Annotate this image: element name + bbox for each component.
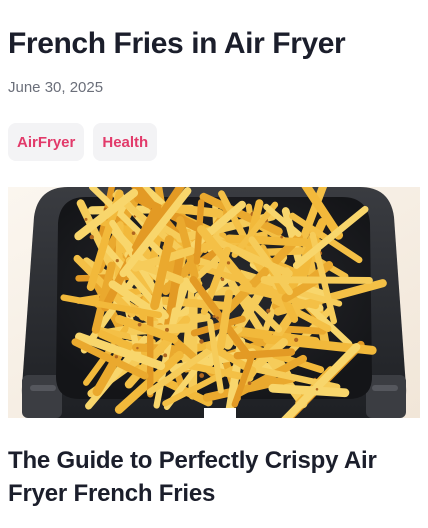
seasoning-speck xyxy=(136,346,139,350)
post-date: June 30, 2025 xyxy=(8,79,104,96)
hero-image xyxy=(8,187,420,418)
seasoning-speck xyxy=(315,387,319,391)
tag-list: AirFryer Health xyxy=(8,123,158,161)
seasoning-speck xyxy=(199,339,204,344)
seasoning-speck xyxy=(220,277,225,282)
seasoning-speck xyxy=(226,261,231,265)
tag-health[interactable]: Health xyxy=(93,123,158,161)
seasoning-speck xyxy=(294,337,299,343)
seasoning-speck xyxy=(115,259,119,263)
seasoning-speck xyxy=(215,316,219,320)
seasoning-speck xyxy=(89,234,94,240)
seasoning-speck xyxy=(247,381,252,386)
seasoning-speck xyxy=(84,217,88,221)
seasoning-speck xyxy=(280,235,284,239)
article-page: French Fries in Air Fryer June 30, 2025 … xyxy=(0,0,428,528)
seasoning-speck xyxy=(137,322,142,327)
seasoning-speck xyxy=(212,314,216,318)
seasoning-speck xyxy=(165,327,169,332)
tag-airfryer[interactable]: AirFryer xyxy=(8,123,85,161)
page-title: French Fries in Air Fryer xyxy=(8,27,346,60)
fry xyxy=(260,276,373,284)
seasoning-speck xyxy=(266,308,271,313)
article-headline: The Guide to Perfectly Crispy Air Fryer … xyxy=(8,447,377,507)
air-fryer-fries-illustration xyxy=(8,187,420,418)
seasoning-speck xyxy=(114,355,118,359)
seasoning-speck xyxy=(199,373,205,378)
seasoning-speck xyxy=(131,231,136,235)
seasoning-speck xyxy=(163,353,168,358)
